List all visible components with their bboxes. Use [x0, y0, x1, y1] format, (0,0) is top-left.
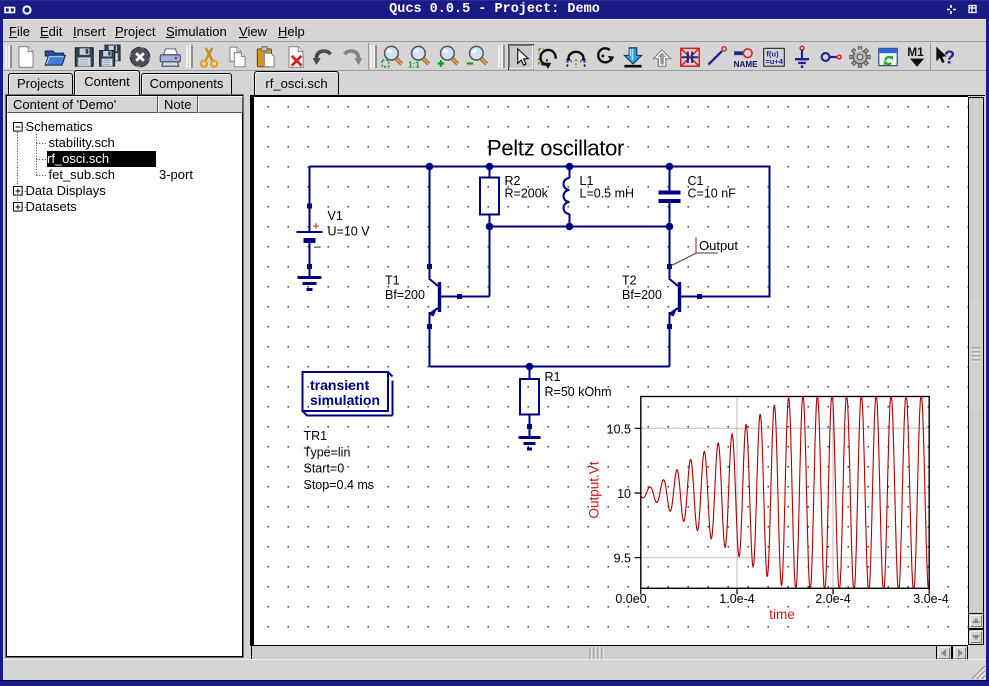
svg-text:10.5: 10.5: [607, 423, 631, 437]
svg-text:simulation: simulation: [310, 392, 380, 408]
svg-text:TR1: TR1: [304, 429, 328, 443]
svg-text:Stop=0.4 ms: Stop=0.4 ms: [304, 478, 375, 492]
svg-text:+: +: [313, 219, 320, 233]
svg-text:=u+4: =u+4: [765, 57, 783, 66]
svg-text:Bf=200: Bf=200: [622, 288, 662, 302]
svg-text:0.0e0: 0.0e0: [615, 592, 646, 606]
svg-text:NAME: NAME: [734, 60, 758, 69]
svg-text:Type=lin: Type=lin: [304, 445, 351, 459]
svg-text:T2: T2: [622, 274, 637, 288]
svg-text:R1: R1: [545, 370, 561, 384]
svg-text:C=10 nF: C=10 nF: [688, 187, 737, 201]
svg-text:transient: transient: [310, 377, 369, 393]
svg-text:Start=0: Start=0: [304, 462, 345, 476]
svg-text:T1: T1: [385, 274, 400, 288]
svg-text:R=50 kOhm: R=50 kOhm: [545, 385, 612, 399]
svg-text:10: 10: [617, 487, 631, 501]
svg-text:3.0e-4: 3.0e-4: [913, 592, 948, 606]
svg-text:U=10 V: U=10 V: [328, 225, 371, 239]
svg-text:9.5: 9.5: [614, 552, 631, 566]
svg-text:–: –: [314, 239, 321, 253]
svg-text:2.0e-4: 2.0e-4: [815, 592, 850, 606]
svg-text:R=200k: R=200k: [505, 187, 549, 201]
svg-text:M1: M1: [907, 45, 924, 59]
svg-text:Peltz oscillator: Peltz oscillator: [487, 136, 624, 161]
svg-text:V1: V1: [328, 209, 343, 223]
svg-text:1:1: 1:1: [408, 60, 420, 69]
svg-text:Output.Vt: Output.Vt: [587, 461, 602, 518]
svg-text:L=0.5 mH: L=0.5 mH: [580, 187, 635, 201]
svg-text:time: time: [769, 607, 795, 622]
svg-text:Bf=200: Bf=200: [385, 288, 425, 302]
svg-text:?: ?: [944, 47, 955, 68]
svg-text:1.0e-4: 1.0e-4: [719, 592, 754, 606]
svg-text:Output: Output: [699, 238, 738, 253]
